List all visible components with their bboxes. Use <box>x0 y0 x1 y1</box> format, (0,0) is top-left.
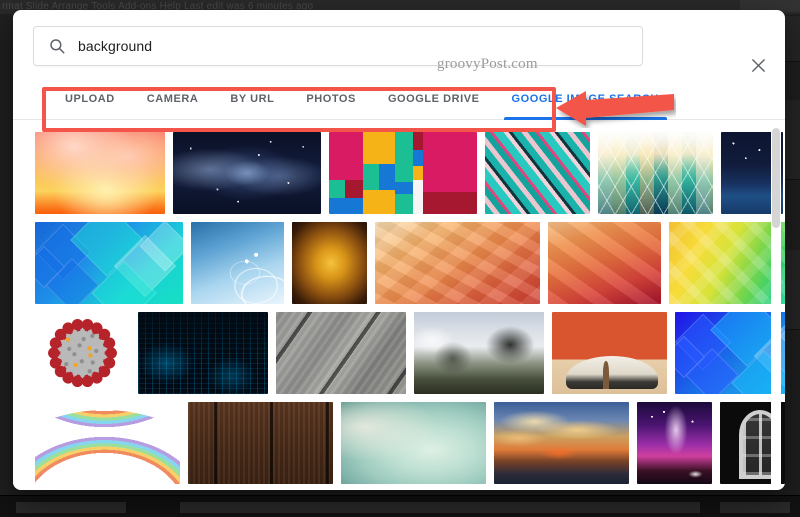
image-thumbnail <box>35 312 130 394</box>
image-result-orange-sunset-clouds[interactable] <box>35 132 165 214</box>
image-result-gray-wood-planks[interactable] <box>276 312 406 394</box>
block <box>363 132 395 164</box>
image-thumbnail <box>138 312 268 394</box>
block <box>329 198 363 214</box>
image-result-milky-way-galaxy[interactable] <box>173 132 321 214</box>
image-result-sunset-clouds-tree[interactable] <box>494 402 629 484</box>
results-row <box>35 222 785 304</box>
tab-google-image-search[interactable]: GOOGLE IMAGE SEARCH <box>496 78 675 120</box>
image-thumbnail <box>35 132 165 214</box>
image-thumbnail <box>35 222 183 304</box>
search-input[interactable]: background <box>33 26 643 66</box>
insert-image-dialog: background groovyPost.com UPLOAD CAMERA BY… <box>13 10 785 490</box>
image-result-purple-galaxy-landscape[interactable] <box>637 402 712 484</box>
image-result-blue-diamond-shapes[interactable] <box>35 222 183 304</box>
backdrop-chip <box>180 502 700 513</box>
rainbow-arc <box>35 410 180 484</box>
search-icon <box>48 37 66 55</box>
tab-label: PHOTOS <box>306 93 356 105</box>
image-thumbnail <box>173 132 321 214</box>
tab-upload[interactable]: UPLOAD <box>49 78 131 120</box>
image-result-blue-swirl-floral[interactable] <box>191 222 284 304</box>
image-thumbnail <box>341 402 486 484</box>
block <box>363 190 395 214</box>
image-thumbnail <box>669 222 785 304</box>
results-row <box>35 402 785 484</box>
block <box>345 180 363 198</box>
image-result-yellow-green-gradient[interactable] <box>669 222 785 304</box>
results-row <box>35 132 783 214</box>
image-results-grid[interactable] <box>13 120 785 490</box>
block <box>395 182 413 194</box>
backdrop-bottom-bar <box>0 495 800 517</box>
backdrop-left-strip <box>0 14 14 517</box>
image-thumbnail <box>35 402 180 484</box>
block <box>363 164 379 190</box>
image-thumbnail <box>188 402 333 484</box>
image-thumbnail <box>598 132 713 214</box>
tab-label: UPLOAD <box>65 93 115 105</box>
block <box>395 194 413 214</box>
source-tabs: UPLOAD CAMERA BY URL PHOTOS GOOGLE DRIVE GOOG… <box>13 78 785 120</box>
dialog-header: background groovyPost.com <box>13 10 785 78</box>
image-thumbnail <box>675 312 785 394</box>
image-thumbnail <box>414 312 544 394</box>
image-result-open-book-orange[interactable] <box>552 312 667 394</box>
image-thumbnail <box>485 132 590 214</box>
search-input-value: background <box>78 38 153 54</box>
image-result-rainbow-arc-white[interactable] <box>35 402 180 484</box>
image-result-matrix-code-dark[interactable] <box>138 312 268 394</box>
image-thumbnail <box>637 402 712 484</box>
backdrop-chip <box>720 502 790 513</box>
image-result-teal-pink-diagonal-stripes[interactable] <box>485 132 590 214</box>
image-result-red-orange-polygons[interactable] <box>548 222 661 304</box>
image-thumbnail <box>494 402 629 484</box>
image-result-coronavirus-illustration[interactable] <box>35 312 130 394</box>
results-scrollbar-thumb[interactable] <box>772 128 780 228</box>
image-result-color-blocks-mondrian[interactable] <box>329 132 477 214</box>
image-thumbnail <box>329 132 477 214</box>
tab-label: BY URL <box>230 93 275 105</box>
image-result-foggy-landscape[interactable] <box>414 312 544 394</box>
book-pages <box>565 356 658 390</box>
tab-by-url[interactable]: BY URL <box>214 78 290 120</box>
tab-photos[interactable]: PHOTOS <box>290 78 372 120</box>
image-thumbnail <box>292 222 367 304</box>
image-result-deep-blue-diamonds[interactable] <box>675 312 785 394</box>
close-icon[interactable] <box>745 52 771 78</box>
tab-label: CAMERA <box>146 93 199 105</box>
tab-google-drive[interactable]: GOOGLE DRIVE <box>372 78 496 120</box>
virus-illustration <box>48 318 117 388</box>
image-thumbnail <box>552 312 667 394</box>
book-spine <box>602 361 610 390</box>
block <box>379 164 395 190</box>
block <box>413 166 423 180</box>
image-thumbnail <box>548 222 661 304</box>
image-result-mint-green-texture[interactable] <box>341 402 486 484</box>
block <box>423 192 477 214</box>
block <box>329 180 345 198</box>
backdrop-chip <box>16 502 126 513</box>
image-thumbnail <box>276 312 406 394</box>
image-thumbnail <box>375 222 540 304</box>
image-result-orange-polygon-gradient[interactable] <box>375 222 540 304</box>
image-result-dark-wood-planks[interactable] <box>188 402 333 484</box>
image-thumbnail <box>191 222 284 304</box>
tab-label: GOOGLE DRIVE <box>387 93 480 105</box>
tab-camera[interactable]: CAMERA <box>131 78 215 120</box>
block <box>329 132 363 180</box>
image-result-amber-glow-texture[interactable] <box>292 222 367 304</box>
results-row <box>35 312 785 394</box>
block <box>413 132 423 150</box>
image-result-isometric-triangles[interactable] <box>598 132 713 214</box>
tab-label: GOOGLE IMAGE SEARCH <box>511 93 659 105</box>
block <box>413 150 423 166</box>
block <box>423 132 477 192</box>
